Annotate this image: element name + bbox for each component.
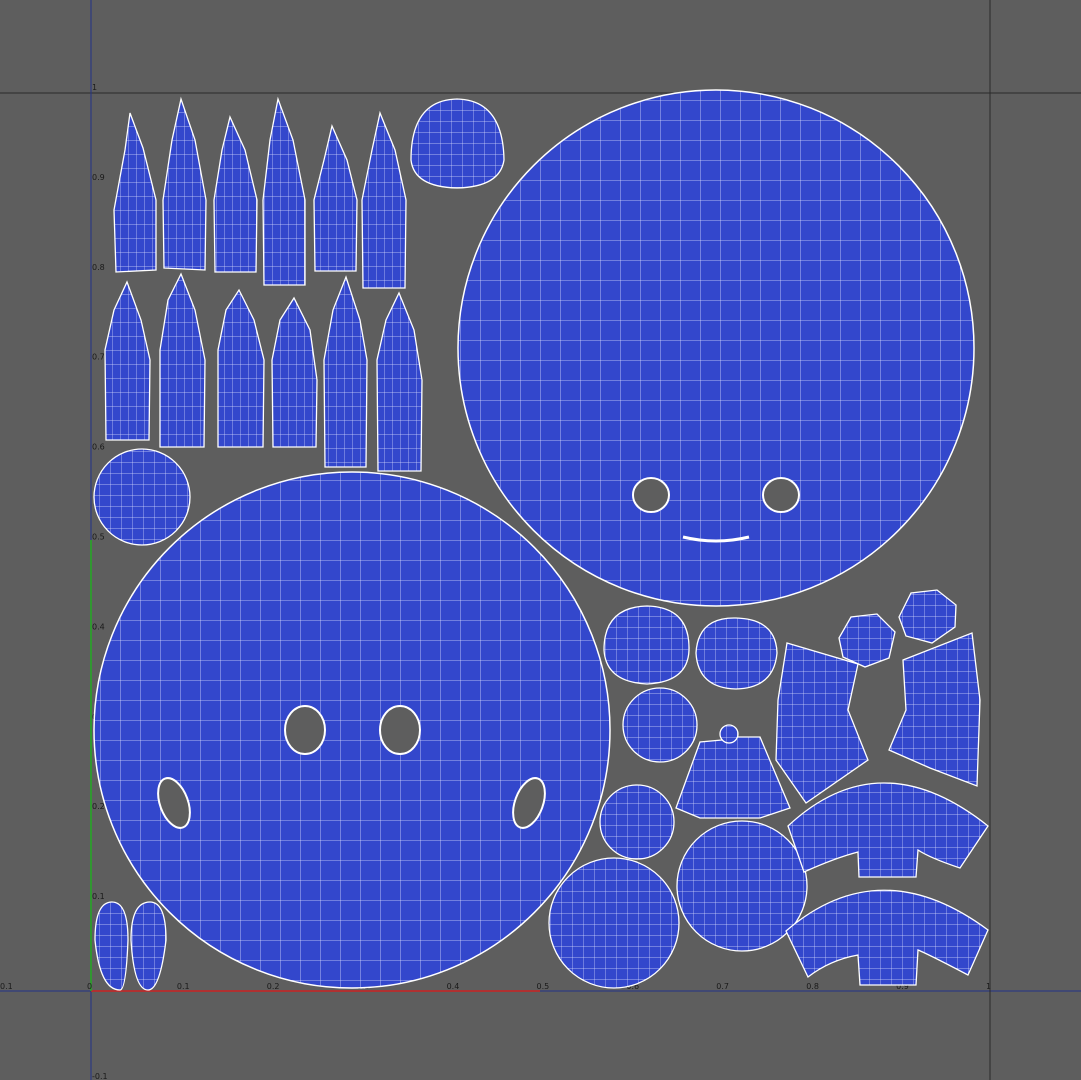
u-tick-label: 0.4 xyxy=(447,982,460,991)
u-tick-label: 0.2 xyxy=(267,982,280,991)
large-face-shell[interactable] xyxy=(93,471,611,989)
v-tick-label: 0.8 xyxy=(92,263,105,272)
v-tick-label: 0.2 xyxy=(92,802,105,811)
eye-hole-left xyxy=(284,705,326,755)
uv-editor-viewport[interactable]: -0.100.10.20.30.40.50.60.70.80.91 -0.10.… xyxy=(0,0,1081,1080)
v-tick-label: 1 xyxy=(92,83,97,92)
v-tick-label: 0.4 xyxy=(92,622,105,631)
u-tick-label: 1 xyxy=(986,982,991,991)
u-tick-label: 0.1 xyxy=(177,982,190,991)
eye-hole-right xyxy=(379,705,421,755)
v-tick-label: 0.6 xyxy=(92,443,105,452)
claw-shells-row-1[interactable] xyxy=(113,96,407,289)
u-tick-label: 0 xyxy=(87,982,92,991)
u-tick-label: 0.8 xyxy=(806,982,819,991)
v-tick-label: 0.1 xyxy=(92,892,105,901)
u-tick-label: 0.7 xyxy=(716,982,729,991)
v-tick-label: -0.1 xyxy=(92,1072,108,1080)
claw-shells-row-2[interactable] xyxy=(104,272,423,472)
u-tick-label: -0.1 xyxy=(0,982,13,991)
uv-canvas[interactable]: -0.100.10.20.30.40.50.60.70.80.91 -0.10.… xyxy=(0,0,1081,1080)
v-tick-label: 0.7 xyxy=(92,353,105,362)
eye-hole-right xyxy=(762,477,800,513)
u-tick-label: 0.5 xyxy=(537,982,550,991)
eye-hole-left xyxy=(632,477,670,513)
large-round-shell[interactable] xyxy=(457,89,975,607)
v-tick-label: 0.5 xyxy=(92,533,105,542)
v-tick-label: 0.9 xyxy=(92,173,105,182)
